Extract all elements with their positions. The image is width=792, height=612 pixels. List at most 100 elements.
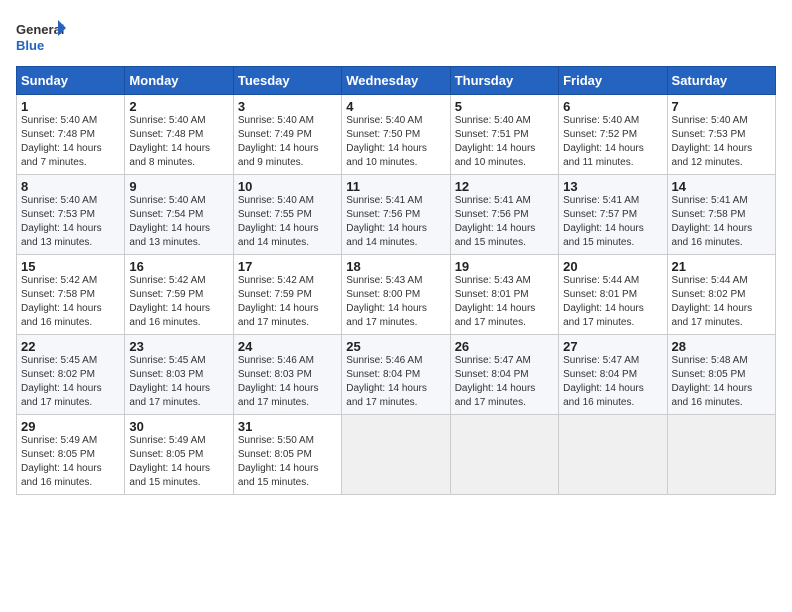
table-row: 26Sunrise: 5:47 AM Sunset: 8:04 PM Dayli…	[450, 335, 558, 415]
svg-text:Blue: Blue	[16, 38, 44, 53]
day-info: Sunrise: 5:43 AM Sunset: 8:00 PM Dayligh…	[346, 274, 445, 330]
table-row: 27Sunrise: 5:47 AM Sunset: 8:04 PM Dayli…	[559, 335, 667, 415]
day-number: 15	[21, 259, 120, 274]
day-info: Sunrise: 5:44 AM Sunset: 8:01 PM Dayligh…	[563, 274, 662, 330]
day-number: 1	[21, 99, 120, 114]
table-row: 20Sunrise: 5:44 AM Sunset: 8:01 PM Dayli…	[559, 255, 667, 335]
table-row: 19Sunrise: 5:43 AM Sunset: 8:01 PM Dayli…	[450, 255, 558, 335]
table-row	[342, 415, 450, 495]
table-row	[667, 415, 775, 495]
table-row: 5Sunrise: 5:40 AM Sunset: 7:51 PM Daylig…	[450, 95, 558, 175]
table-row: 1Sunrise: 5:40 AM Sunset: 7:48 PM Daylig…	[17, 95, 125, 175]
day-number: 21	[672, 259, 771, 274]
header: General Blue	[16, 16, 776, 56]
day-info: Sunrise: 5:47 AM Sunset: 8:04 PM Dayligh…	[455, 354, 554, 410]
table-row: 11Sunrise: 5:41 AM Sunset: 7:56 PM Dayli…	[342, 175, 450, 255]
header-saturday: Saturday	[667, 67, 775, 95]
table-row: 23Sunrise: 5:45 AM Sunset: 8:03 PM Dayli…	[125, 335, 233, 415]
day-number: 7	[672, 99, 771, 114]
day-number: 17	[238, 259, 337, 274]
day-info: Sunrise: 5:40 AM Sunset: 7:52 PM Dayligh…	[563, 114, 662, 170]
day-number: 9	[129, 179, 228, 194]
day-info: Sunrise: 5:41 AM Sunset: 7:56 PM Dayligh…	[346, 194, 445, 250]
week-row-1: 1Sunrise: 5:40 AM Sunset: 7:48 PM Daylig…	[17, 95, 776, 175]
table-row: 18Sunrise: 5:43 AM Sunset: 8:00 PM Dayli…	[342, 255, 450, 335]
day-number: 26	[455, 339, 554, 354]
table-row: 16Sunrise: 5:42 AM Sunset: 7:59 PM Dayli…	[125, 255, 233, 335]
day-info: Sunrise: 5:42 AM Sunset: 7:58 PM Dayligh…	[21, 274, 120, 330]
day-number: 18	[346, 259, 445, 274]
day-info: Sunrise: 5:40 AM Sunset: 7:48 PM Dayligh…	[129, 114, 228, 170]
day-info: Sunrise: 5:42 AM Sunset: 7:59 PM Dayligh…	[238, 274, 337, 330]
day-number: 30	[129, 419, 228, 434]
table-row: 3Sunrise: 5:40 AM Sunset: 7:49 PM Daylig…	[233, 95, 341, 175]
table-row: 21Sunrise: 5:44 AM Sunset: 8:02 PM Dayli…	[667, 255, 775, 335]
day-info: Sunrise: 5:40 AM Sunset: 7:48 PM Dayligh…	[21, 114, 120, 170]
header-friday: Friday	[559, 67, 667, 95]
table-row: 31Sunrise: 5:50 AM Sunset: 8:05 PM Dayli…	[233, 415, 341, 495]
day-number: 5	[455, 99, 554, 114]
day-number: 13	[563, 179, 662, 194]
table-row: 6Sunrise: 5:40 AM Sunset: 7:52 PM Daylig…	[559, 95, 667, 175]
week-row-5: 29Sunrise: 5:49 AM Sunset: 8:05 PM Dayli…	[17, 415, 776, 495]
table-row: 15Sunrise: 5:42 AM Sunset: 7:58 PM Dayli…	[17, 255, 125, 335]
table-row: 4Sunrise: 5:40 AM Sunset: 7:50 PM Daylig…	[342, 95, 450, 175]
day-number: 8	[21, 179, 120, 194]
header-monday: Monday	[125, 67, 233, 95]
header-thursday: Thursday	[450, 67, 558, 95]
week-row-3: 15Sunrise: 5:42 AM Sunset: 7:58 PM Dayli…	[17, 255, 776, 335]
logo-svg: General Blue	[16, 16, 66, 56]
day-number: 12	[455, 179, 554, 194]
table-row: 2Sunrise: 5:40 AM Sunset: 7:48 PM Daylig…	[125, 95, 233, 175]
day-number: 29	[21, 419, 120, 434]
day-info: Sunrise: 5:50 AM Sunset: 8:05 PM Dayligh…	[238, 434, 337, 490]
table-row: 14Sunrise: 5:41 AM Sunset: 7:58 PM Dayli…	[667, 175, 775, 255]
logo: General Blue	[16, 16, 66, 56]
header-sunday: Sunday	[17, 67, 125, 95]
table-row: 29Sunrise: 5:49 AM Sunset: 8:05 PM Dayli…	[17, 415, 125, 495]
day-info: Sunrise: 5:44 AM Sunset: 8:02 PM Dayligh…	[672, 274, 771, 330]
day-info: Sunrise: 5:42 AM Sunset: 7:59 PM Dayligh…	[129, 274, 228, 330]
table-row: 24Sunrise: 5:46 AM Sunset: 8:03 PM Dayli…	[233, 335, 341, 415]
day-number: 14	[672, 179, 771, 194]
table-row: 17Sunrise: 5:42 AM Sunset: 7:59 PM Dayli…	[233, 255, 341, 335]
day-info: Sunrise: 5:47 AM Sunset: 8:04 PM Dayligh…	[563, 354, 662, 410]
day-info: Sunrise: 5:40 AM Sunset: 7:51 PM Dayligh…	[455, 114, 554, 170]
day-number: 16	[129, 259, 228, 274]
table-row: 10Sunrise: 5:40 AM Sunset: 7:55 PM Dayli…	[233, 175, 341, 255]
day-number: 27	[563, 339, 662, 354]
day-info: Sunrise: 5:40 AM Sunset: 7:49 PM Dayligh…	[238, 114, 337, 170]
day-info: Sunrise: 5:45 AM Sunset: 8:03 PM Dayligh…	[129, 354, 228, 410]
day-number: 24	[238, 339, 337, 354]
calendar-table: SundayMondayTuesdayWednesdayThursdayFrid…	[16, 66, 776, 495]
table-row: 25Sunrise: 5:46 AM Sunset: 8:04 PM Dayli…	[342, 335, 450, 415]
header-tuesday: Tuesday	[233, 67, 341, 95]
day-info: Sunrise: 5:46 AM Sunset: 8:03 PM Dayligh…	[238, 354, 337, 410]
day-number: 31	[238, 419, 337, 434]
day-info: Sunrise: 5:49 AM Sunset: 8:05 PM Dayligh…	[129, 434, 228, 490]
table-row: 13Sunrise: 5:41 AM Sunset: 7:57 PM Dayli…	[559, 175, 667, 255]
week-row-4: 22Sunrise: 5:45 AM Sunset: 8:02 PM Dayli…	[17, 335, 776, 415]
table-row: 7Sunrise: 5:40 AM Sunset: 7:53 PM Daylig…	[667, 95, 775, 175]
day-info: Sunrise: 5:40 AM Sunset: 7:55 PM Dayligh…	[238, 194, 337, 250]
table-row	[450, 415, 558, 495]
table-row: 12Sunrise: 5:41 AM Sunset: 7:56 PM Dayli…	[450, 175, 558, 255]
day-info: Sunrise: 5:41 AM Sunset: 7:57 PM Dayligh…	[563, 194, 662, 250]
table-row: 9Sunrise: 5:40 AM Sunset: 7:54 PM Daylig…	[125, 175, 233, 255]
day-info: Sunrise: 5:46 AM Sunset: 8:04 PM Dayligh…	[346, 354, 445, 410]
header-wednesday: Wednesday	[342, 67, 450, 95]
day-number: 23	[129, 339, 228, 354]
day-info: Sunrise: 5:48 AM Sunset: 8:05 PM Dayligh…	[672, 354, 771, 410]
table-row: 30Sunrise: 5:49 AM Sunset: 8:05 PM Dayli…	[125, 415, 233, 495]
day-number: 20	[563, 259, 662, 274]
day-number: 19	[455, 259, 554, 274]
table-row: 8Sunrise: 5:40 AM Sunset: 7:53 PM Daylig…	[17, 175, 125, 255]
day-number: 28	[672, 339, 771, 354]
table-row: 22Sunrise: 5:45 AM Sunset: 8:02 PM Dayli…	[17, 335, 125, 415]
day-info: Sunrise: 5:40 AM Sunset: 7:54 PM Dayligh…	[129, 194, 228, 250]
day-number: 2	[129, 99, 228, 114]
day-info: Sunrise: 5:40 AM Sunset: 7:53 PM Dayligh…	[21, 194, 120, 250]
day-info: Sunrise: 5:41 AM Sunset: 7:58 PM Dayligh…	[672, 194, 771, 250]
day-info: Sunrise: 5:49 AM Sunset: 8:05 PM Dayligh…	[21, 434, 120, 490]
day-number: 4	[346, 99, 445, 114]
